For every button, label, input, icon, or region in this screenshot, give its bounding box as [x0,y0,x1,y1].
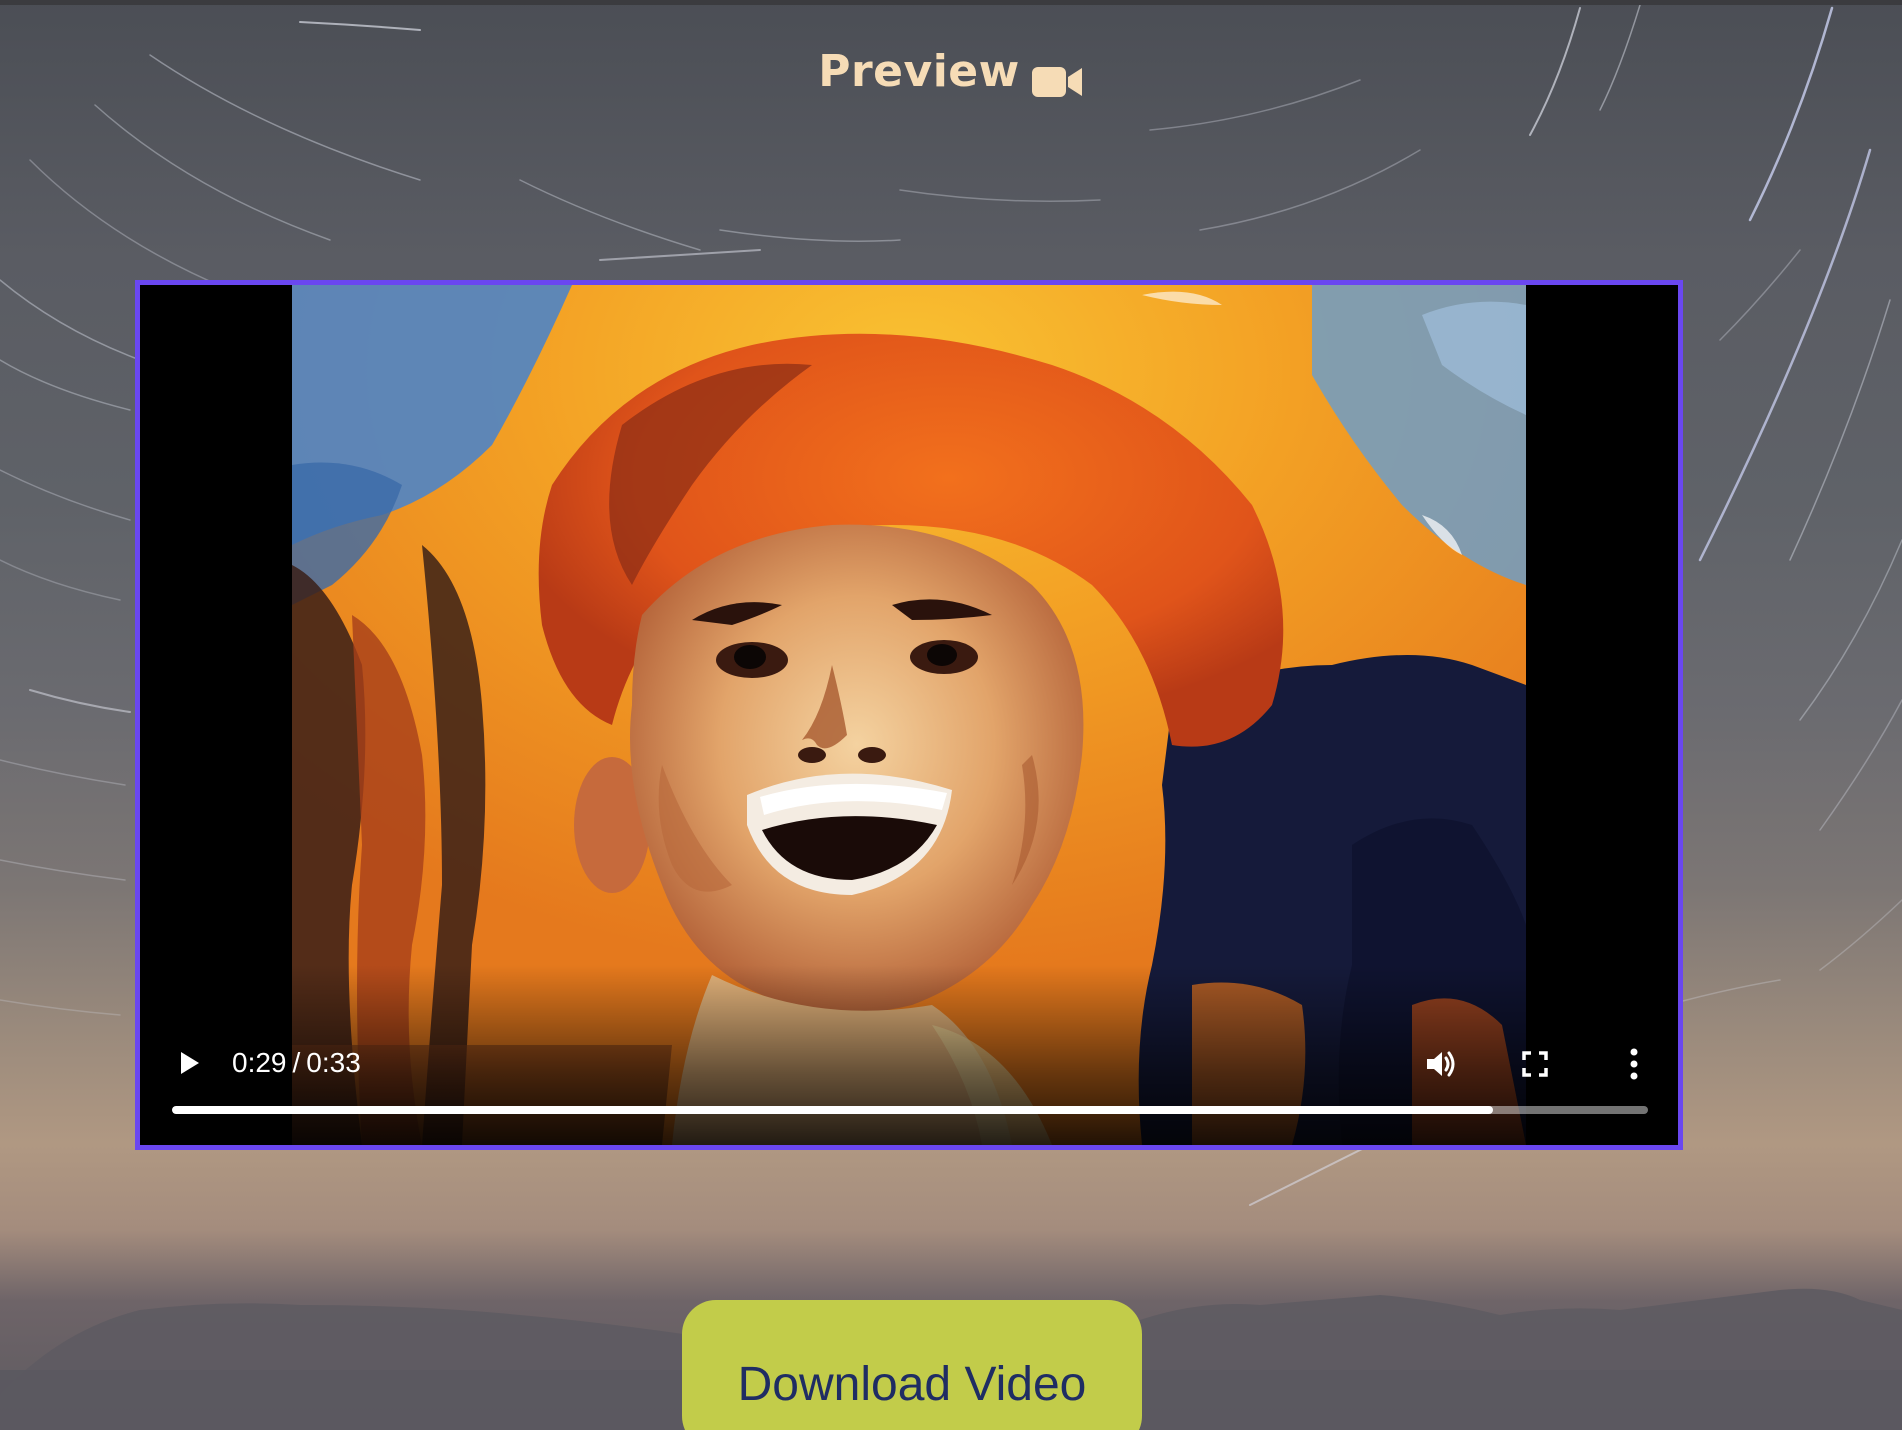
duration: 0:33 [306,1047,361,1078]
preview-title: Preview [818,46,1020,97]
volume-icon [1427,1051,1455,1077]
more-options-button[interactable] [1628,1047,1640,1081]
more-options-icon [1630,1048,1638,1080]
progress-bar[interactable] [172,1106,1648,1114]
fullscreen-button[interactable] [1520,1049,1550,1079]
progress-fill [172,1106,1494,1114]
download-video-button[interactable]: Download Video [682,1300,1142,1430]
top-border [0,0,1902,5]
time-display: 0:29/0:33 [232,1047,361,1079]
current-time: 0:29 [232,1047,287,1078]
play-icon [181,1052,199,1074]
video-camera-icon [1031,55,1084,97]
preview-heading: Preview [0,40,1902,102]
time-separator: / [292,1047,301,1078]
page: Preview 0:29 / 0:33 Download Video [0,0,1902,1430]
play-button[interactable] [174,1048,204,1078]
fullscreen-icon [1522,1051,1548,1077]
volume-button[interactable] [1423,1046,1459,1082]
video-player[interactable]: 0:29/0:33 [135,280,1683,1150]
